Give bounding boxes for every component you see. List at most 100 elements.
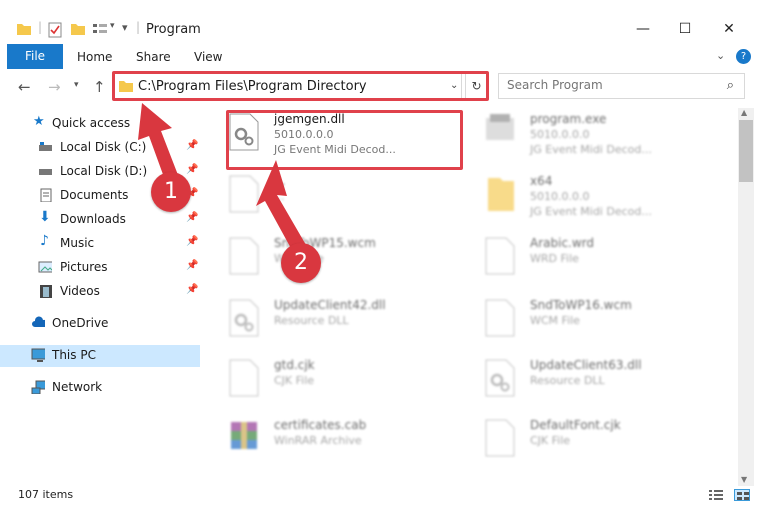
sidebar-item-local-disk-c[interactable]: Local Disk (C:) 📌 [0,137,200,159]
file-type: WCM File [530,314,580,327]
expand-ribbon-icon[interactable]: ⌄ [716,49,725,62]
navigation-pane: ★ Quick access Local Disk (C:) 📌 Local D… [0,108,200,480]
back-arrow-icon[interactable]: ← [18,78,31,96]
minimize-button[interactable]: — [628,18,658,40]
pin-icon[interactable]: 📌 [186,140,198,151]
file-name: x64 [530,174,553,188]
sidebar-item-onedrive[interactable]: OneDrive [0,313,200,335]
sidebar-item-quick-access[interactable]: ★ Quick access [0,113,200,135]
recent-locations-icon[interactable]: ▾ [74,80,79,90]
file-description: JG Event Midi Decod... [530,143,652,156]
sidebar-item-label: OneDrive [52,316,109,330]
properties-icon[interactable] [48,22,62,38]
sidebar-item-label: Local Disk (D:) [60,164,148,178]
sidebar-item-downloads[interactable]: ⬇ Downloads 📌 [0,209,200,231]
file-type: CJK File [530,434,571,447]
sidebar-item-network[interactable]: Network [0,377,200,399]
quick-access-dropdown-icon[interactable]: ▾ [110,21,115,31]
file-icon [229,237,259,275]
pin-icon[interactable]: 📌 [186,212,198,223]
file-type: WinRAR Archive [274,434,362,447]
help-icon[interactable]: ? [736,49,751,64]
sidebar-item-this-pc[interactable]: This PC [0,345,200,367]
file-type: Resource DLL [274,314,349,327]
up-arrow-icon[interactable]: ↑ [93,78,106,96]
file-icon [229,175,259,213]
pin-icon[interactable]: 📌 [186,236,198,247]
file-icon [485,299,515,337]
scrollbar-thumb[interactable] [739,120,753,182]
title-bar: | ▾ ▾ | Program — ☐ ✕ [0,0,769,42]
file-item-arabic-wrd[interactable]: Arabic.wrd WRD File [464,232,704,282]
scroll-down-icon[interactable]: ▼ [741,475,747,484]
file-item-updateclient42[interactable]: UpdateClient42.dll Resource DLL [208,294,448,344]
large-icons-view-icon[interactable] [734,489,750,501]
file-name: DefaultFont.cjk [530,418,621,432]
window-title: Program [146,22,201,37]
dll-gear-icon [229,299,259,337]
file-icon [485,237,515,275]
search-box[interactable]: ⌕ [498,73,745,99]
maximize-button[interactable]: ☐ [670,18,700,40]
pin-icon[interactable]: 📌 [186,260,198,271]
exe-icon [486,114,514,140]
drive-icon [39,142,52,151]
file-item[interactable]: ... ... [208,170,448,220]
customize-toolbar-icon[interactable] [92,22,108,36]
search-icon[interactable]: ⌕ [727,78,734,93]
sidebar-item-label: Network [52,380,103,394]
file-item-defaultfont-cjk[interactable]: DefaultFont.cjk CJK File [464,414,704,464]
search-input[interactable] [507,78,707,92]
file-version: 5010.0.0.0 [530,190,590,203]
sidebar-item-label: Documents [60,188,129,202]
pin-icon[interactable]: 📌 [186,164,198,175]
sidebar-item-videos[interactable]: Videos 📌 [0,281,200,303]
sidebar-item-label: Music [60,236,95,250]
new-folder-icon[interactable] [70,22,86,36]
file-icon [485,419,515,457]
file-name: ... [274,174,286,188]
file-name: program.exe [530,112,607,126]
tab-home[interactable]: Home [77,50,112,64]
file-name: UpdateClient63.dll [530,358,642,372]
computer-icon [31,348,45,362]
file-highlight-box [226,110,463,170]
sidebar-item-label: Videos [60,284,100,298]
file-item-sndtowp16[interactable]: SndToWP16.wcm WCM File [464,294,704,344]
file-item-certificates-cab[interactable]: certificates.cab WinRAR Archive [208,414,448,464]
film-icon [40,285,52,298]
tab-share[interactable]: Share [136,50,171,64]
sidebar-item-label: Downloads [60,212,126,226]
ribbon: File Home Share View ⌄ ? [0,44,769,70]
folder-icon [17,24,31,35]
file-item-gtd-cjk[interactable]: gtd.cjk CJK File [208,354,448,404]
file-type: ... [274,190,285,203]
step-badge-2: 2 [281,243,321,283]
sidebar-item-label: Local Disk (C:) [60,140,147,154]
document-icon [40,188,52,202]
network-icon [31,380,45,394]
address-highlight-box [112,71,489,101]
sidebar-item-music[interactable]: ♪ Music 📌 [0,233,200,255]
quick-access-toolbar-chevron-icon[interactable]: ▾ [122,21,128,34]
close-button[interactable]: ✕ [714,18,744,40]
sidebar-item-label: Quick access [52,116,131,130]
cloud-icon [32,316,45,327]
tab-file[interactable]: File [7,44,63,69]
file-item-program-exe[interactable]: program.exe 5010.0.0.0 JG Event Midi Dec… [464,108,704,158]
scroll-up-icon[interactable]: ▲ [741,108,747,117]
file-name: gtd.cjk [274,358,315,372]
file-item-sndtowp15[interactable]: SndToWP15.wcm WCM File [208,232,448,282]
details-view-icon[interactable] [708,489,724,501]
file-item-updateclient63[interactable]: UpdateClient63.dll Resource DLL [464,354,704,404]
tab-view[interactable]: View [194,50,222,64]
pin-icon[interactable]: 📌 [186,284,198,295]
sidebar-item-pictures[interactable]: Pictures 📌 [0,257,200,279]
file-description: JG Event Midi Decod... [530,205,652,218]
vertical-scrollbar[interactable]: ▲ ▼ [738,108,754,486]
forward-arrow-icon[interactable]: → [48,78,61,96]
file-name: SndToWP16.wcm [530,298,632,312]
file-name: UpdateClient42.dll [274,298,386,312]
drive-icon [39,169,52,175]
file-item-x64[interactable]: x64 5010.0.0.0 JG Event Midi Decod... [464,170,704,220]
